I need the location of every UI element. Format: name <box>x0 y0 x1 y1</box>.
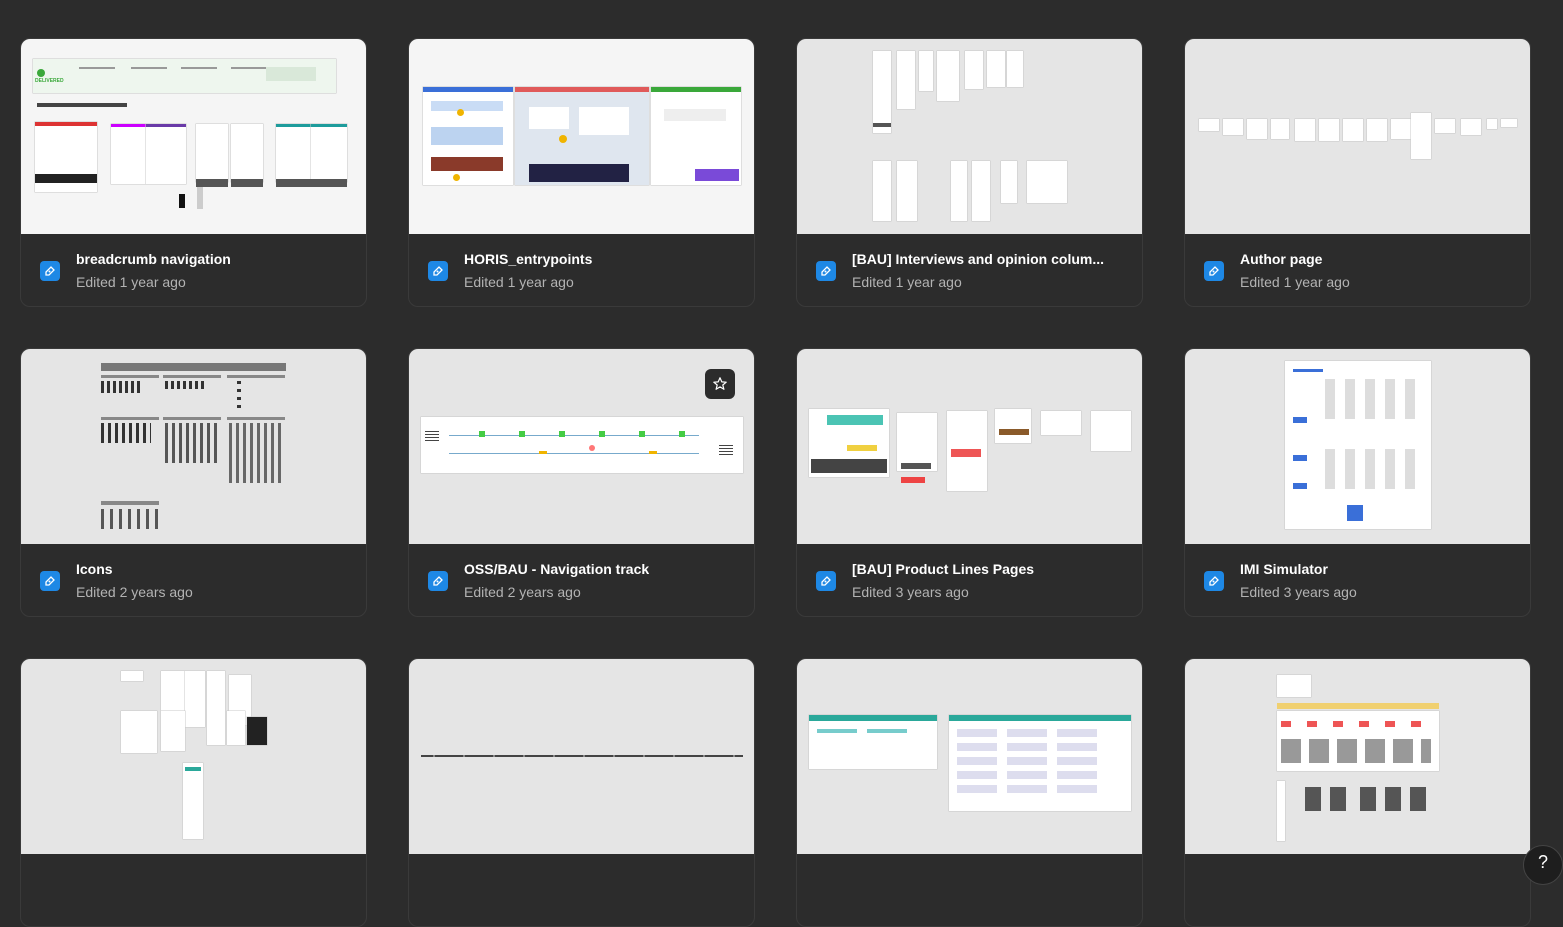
file-thumbnail <box>21 349 366 544</box>
file-edited-time: Edited 3 years ago <box>852 584 969 600</box>
figma-file-icon <box>1204 571 1224 591</box>
file-meta: Icons Edited 2 years ago <box>21 544 366 616</box>
file-thumbnail <box>1185 349 1530 544</box>
file-card[interactable]: Author page Edited 1 year ago <box>1184 38 1531 307</box>
file-title: breadcrumb navigation <box>76 251 231 267</box>
file-card[interactable]: [BAU] Interviews and opinion colum... Ed… <box>796 38 1143 307</box>
file-meta: [BAU] Interviews and opinion colum... Ed… <box>797 234 1142 306</box>
figma-file-icon <box>428 571 448 591</box>
help-button[interactable]: ? <box>1523 845 1563 885</box>
file-meta <box>409 854 754 926</box>
file-thumbnail <box>797 349 1142 544</box>
file-card[interactable] <box>1184 658 1531 927</box>
file-meta: Author page Edited 1 year ago <box>1185 234 1530 306</box>
figma-file-icon <box>816 261 836 281</box>
file-card[interactable] <box>408 658 755 927</box>
file-meta: breadcrumb navigation Edited 1 year ago <box>21 234 366 306</box>
file-thumbnail <box>409 659 754 854</box>
file-edited-time: Edited 1 year ago <box>76 274 186 290</box>
file-meta: HORIS_entrypoints Edited 1 year ago <box>409 234 754 306</box>
file-edited-time: Edited 1 year ago <box>464 274 574 290</box>
file-meta: IMI Simulator Edited 3 years ago <box>1185 544 1530 616</box>
file-thumbnail <box>409 349 754 544</box>
help-icon: ? <box>1537 852 1548 872</box>
star-icon <box>713 377 727 390</box>
file-card[interactable]: IMI Simulator Edited 3 years ago <box>1184 348 1531 617</box>
favorite-star-button[interactable] <box>705 369 735 399</box>
file-title: HORIS_entrypoints <box>464 251 593 267</box>
file-edited-time: Edited 1 year ago <box>1240 274 1350 290</box>
file-title: [BAU] Product Lines Pages <box>852 561 1035 577</box>
file-card[interactable] <box>796 658 1143 927</box>
file-edited-time: Edited 1 year ago <box>852 274 962 290</box>
delivered-label: DELIVERED <box>35 78 64 84</box>
file-meta <box>797 854 1142 926</box>
file-thumbnail <box>797 659 1142 854</box>
file-title: Author page <box>1240 251 1323 267</box>
file-grid: DELIVERED breadcrumb navigation Edited 1… <box>20 38 1532 927</box>
file-meta <box>21 854 366 926</box>
file-edited-time: Edited 2 years ago <box>76 584 193 600</box>
file-card[interactable] <box>20 658 367 927</box>
file-thumbnail <box>1185 659 1530 854</box>
file-edited-time: Edited 3 years ago <box>1240 584 1357 600</box>
file-thumbnail: DELIVERED <box>21 39 366 234</box>
figma-file-icon <box>816 571 836 591</box>
file-card[interactable]: [BAU] Product Lines Pages Edited 3 years… <box>796 348 1143 617</box>
figma-file-icon <box>1204 261 1224 281</box>
file-meta: [BAU] Product Lines Pages Edited 3 years… <box>797 544 1142 616</box>
figma-file-icon <box>40 571 60 591</box>
file-meta <box>1185 854 1530 926</box>
file-thumbnail <box>409 39 754 234</box>
file-thumbnail <box>1185 39 1530 234</box>
file-thumbnail <box>21 659 366 854</box>
file-edited-time: Edited 2 years ago <box>464 584 581 600</box>
file-title: Icons <box>76 561 113 577</box>
figma-file-icon <box>428 261 448 281</box>
file-title: IMI Simulator <box>1240 561 1328 577</box>
file-card[interactable]: OSS/BAU - Navigation track Edited 2 year… <box>408 348 755 617</box>
file-title: [BAU] Interviews and opinion colum... <box>852 251 1105 267</box>
file-card[interactable]: Icons Edited 2 years ago <box>20 348 367 617</box>
file-meta: OSS/BAU - Navigation track Edited 2 year… <box>409 544 754 616</box>
file-card[interactable]: DELIVERED breadcrumb navigation Edited 1… <box>20 38 367 307</box>
file-title: OSS/BAU - Navigation track <box>464 561 650 577</box>
file-thumbnail <box>797 39 1142 234</box>
figma-file-icon <box>40 261 60 281</box>
file-card[interactable]: HORIS_entrypoints Edited 1 year ago <box>408 38 755 307</box>
